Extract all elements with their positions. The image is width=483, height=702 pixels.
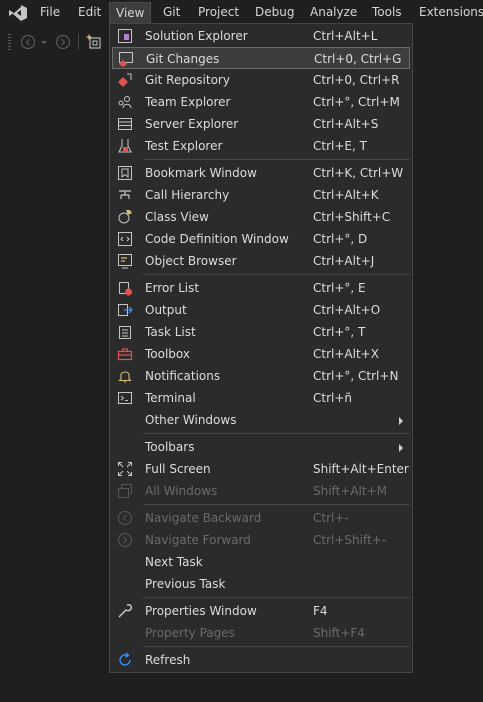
menu-item-code-definition-window[interactable]: Code Definition Window Ctrl+°, D: [112, 228, 410, 250]
wrench-icon: [118, 604, 132, 618]
menu-file[interactable]: File: [34, 2, 66, 23]
toolbar-separator: [78, 34, 79, 50]
menu-item-task-list[interactable]: Task List Ctrl+°, T: [112, 321, 410, 343]
menu-item-server-explorer[interactable]: Server Explorer Ctrl+Alt+S: [112, 113, 410, 135]
menu-item-object-browser[interactable]: Object Browser Ctrl+Alt+J: [112, 250, 410, 272]
menu-item-error-list[interactable]: Error List Ctrl+°, E: [112, 277, 410, 299]
chevron-down-icon[interactable]: [40, 34, 48, 50]
menu-extensions[interactable]: Extensions: [413, 2, 483, 23]
team-explorer-icon: [118, 96, 132, 109]
menu-analyze[interactable]: Analyze: [304, 2, 363, 23]
menu-item-notifications[interactable]: Notifications Ctrl+°, Ctrl+N: [112, 365, 410, 387]
menu-view[interactable]: View: [109, 2, 152, 25]
menu-item-full-screen[interactable]: Full Screen Shift+Alt+Enter: [112, 458, 410, 480]
all-windows-icon: [118, 484, 132, 498]
menu-item-test-explorer[interactable]: Test Explorer Ctrl+E, T: [112, 135, 410, 157]
menu-separator: [143, 159, 410, 160]
submenu-arrow-icon: [399, 417, 403, 425]
menu-item-previous-task[interactable]: Previous Task: [112, 573, 410, 595]
class-view-icon: [118, 210, 132, 224]
menu-item-output[interactable]: Output Ctrl+Alt+O: [112, 299, 410, 321]
navigate-back-icon: [117, 510, 133, 526]
menu-item-refresh[interactable]: Refresh: [112, 649, 410, 671]
visual-studio-logo-icon[interactable]: [7, 4, 29, 22]
menu-item-terminal[interactable]: Terminal Ctrl+ñ: [112, 387, 410, 409]
back-circle-icon[interactable]: [20, 34, 36, 50]
git-repository-icon: [118, 73, 132, 87]
call-hierarchy-icon: [119, 190, 131, 199]
menu-item-solution-explorer[interactable]: Solution Explorer Ctrl+Alt+L: [112, 25, 410, 47]
menu-item-class-view[interactable]: Class View Ctrl+Shift+C: [112, 206, 410, 228]
git-changes-icon: [119, 52, 133, 67]
menu-tools[interactable]: Tools: [366, 2, 408, 23]
output-icon: [118, 304, 133, 316]
menu-separator: [143, 597, 410, 598]
menu-separator: [143, 433, 410, 434]
task-list-icon: [119, 326, 131, 339]
menu-project[interactable]: Project: [192, 2, 245, 23]
solution-explorer-icon: [118, 29, 132, 43]
menu-item-navigate-forward[interactable]: Navigate Forward Ctrl+Shift+-: [112, 529, 410, 551]
view-menu-dropdown: Solution Explorer Ctrl+Alt+L Git Changes…: [109, 23, 413, 673]
navigate-forward-icon: [117, 532, 133, 548]
menu-separator: [143, 646, 410, 647]
submenu-arrow-icon: [399, 444, 403, 452]
menu-item-toolbars[interactable]: Toolbars: [112, 436, 410, 458]
new-project-icon[interactable]: [86, 34, 102, 50]
menu-git[interactable]: Git: [157, 2, 186, 23]
menu-separator: [143, 504, 410, 505]
toolbar-grip[interactable]: [8, 34, 11, 50]
menu-item-properties-window[interactable]: Properties Window F4: [112, 600, 410, 622]
error-list-icon: [119, 282, 132, 296]
menu-item-property-pages[interactable]: Property Pages Shift+F4: [112, 622, 410, 644]
menu-item-next-task[interactable]: Next Task: [112, 551, 410, 573]
menu-debug[interactable]: Debug: [249, 2, 300, 23]
server-explorer-icon: [118, 118, 132, 130]
menu-item-other-windows[interactable]: Other Windows: [112, 409, 410, 431]
bookmark-icon: [118, 166, 132, 180]
menu-edit[interactable]: Edit: [72, 2, 107, 23]
terminal-icon: [118, 392, 132, 404]
menu-item-all-windows[interactable]: All Windows Shift+Alt+M: [112, 480, 410, 502]
menu-item-navigate-backward[interactable]: Navigate Backward Ctrl+-: [112, 507, 410, 529]
menu-item-git-repository[interactable]: Git Repository Ctrl+0, Ctrl+R: [112, 69, 410, 91]
forward-circle-icon[interactable]: [55, 34, 71, 50]
menu-item-call-hierarchy[interactable]: Call Hierarchy Ctrl+Alt+K: [112, 184, 410, 206]
menu-item-team-explorer[interactable]: Team Explorer Ctrl+°, Ctrl+M: [112, 91, 410, 113]
toolbox-icon: [117, 348, 133, 361]
menu-separator: [143, 274, 410, 275]
refresh-icon: [119, 652, 131, 666]
full-screen-icon: [118, 462, 132, 476]
menu-item-bookmark-window[interactable]: Bookmark Window Ctrl+K, Ctrl+W: [112, 162, 410, 184]
test-explorer-icon: [118, 139, 132, 153]
bell-icon: [118, 371, 132, 383]
object-browser-icon: [118, 254, 132, 269]
code-definition-icon: [118, 232, 132, 246]
menu-item-git-changes[interactable]: Git Changes Ctrl+0, Ctrl+G: [112, 47, 410, 69]
menu-item-toolbox[interactable]: Toolbox Ctrl+Alt+X: [112, 343, 410, 365]
